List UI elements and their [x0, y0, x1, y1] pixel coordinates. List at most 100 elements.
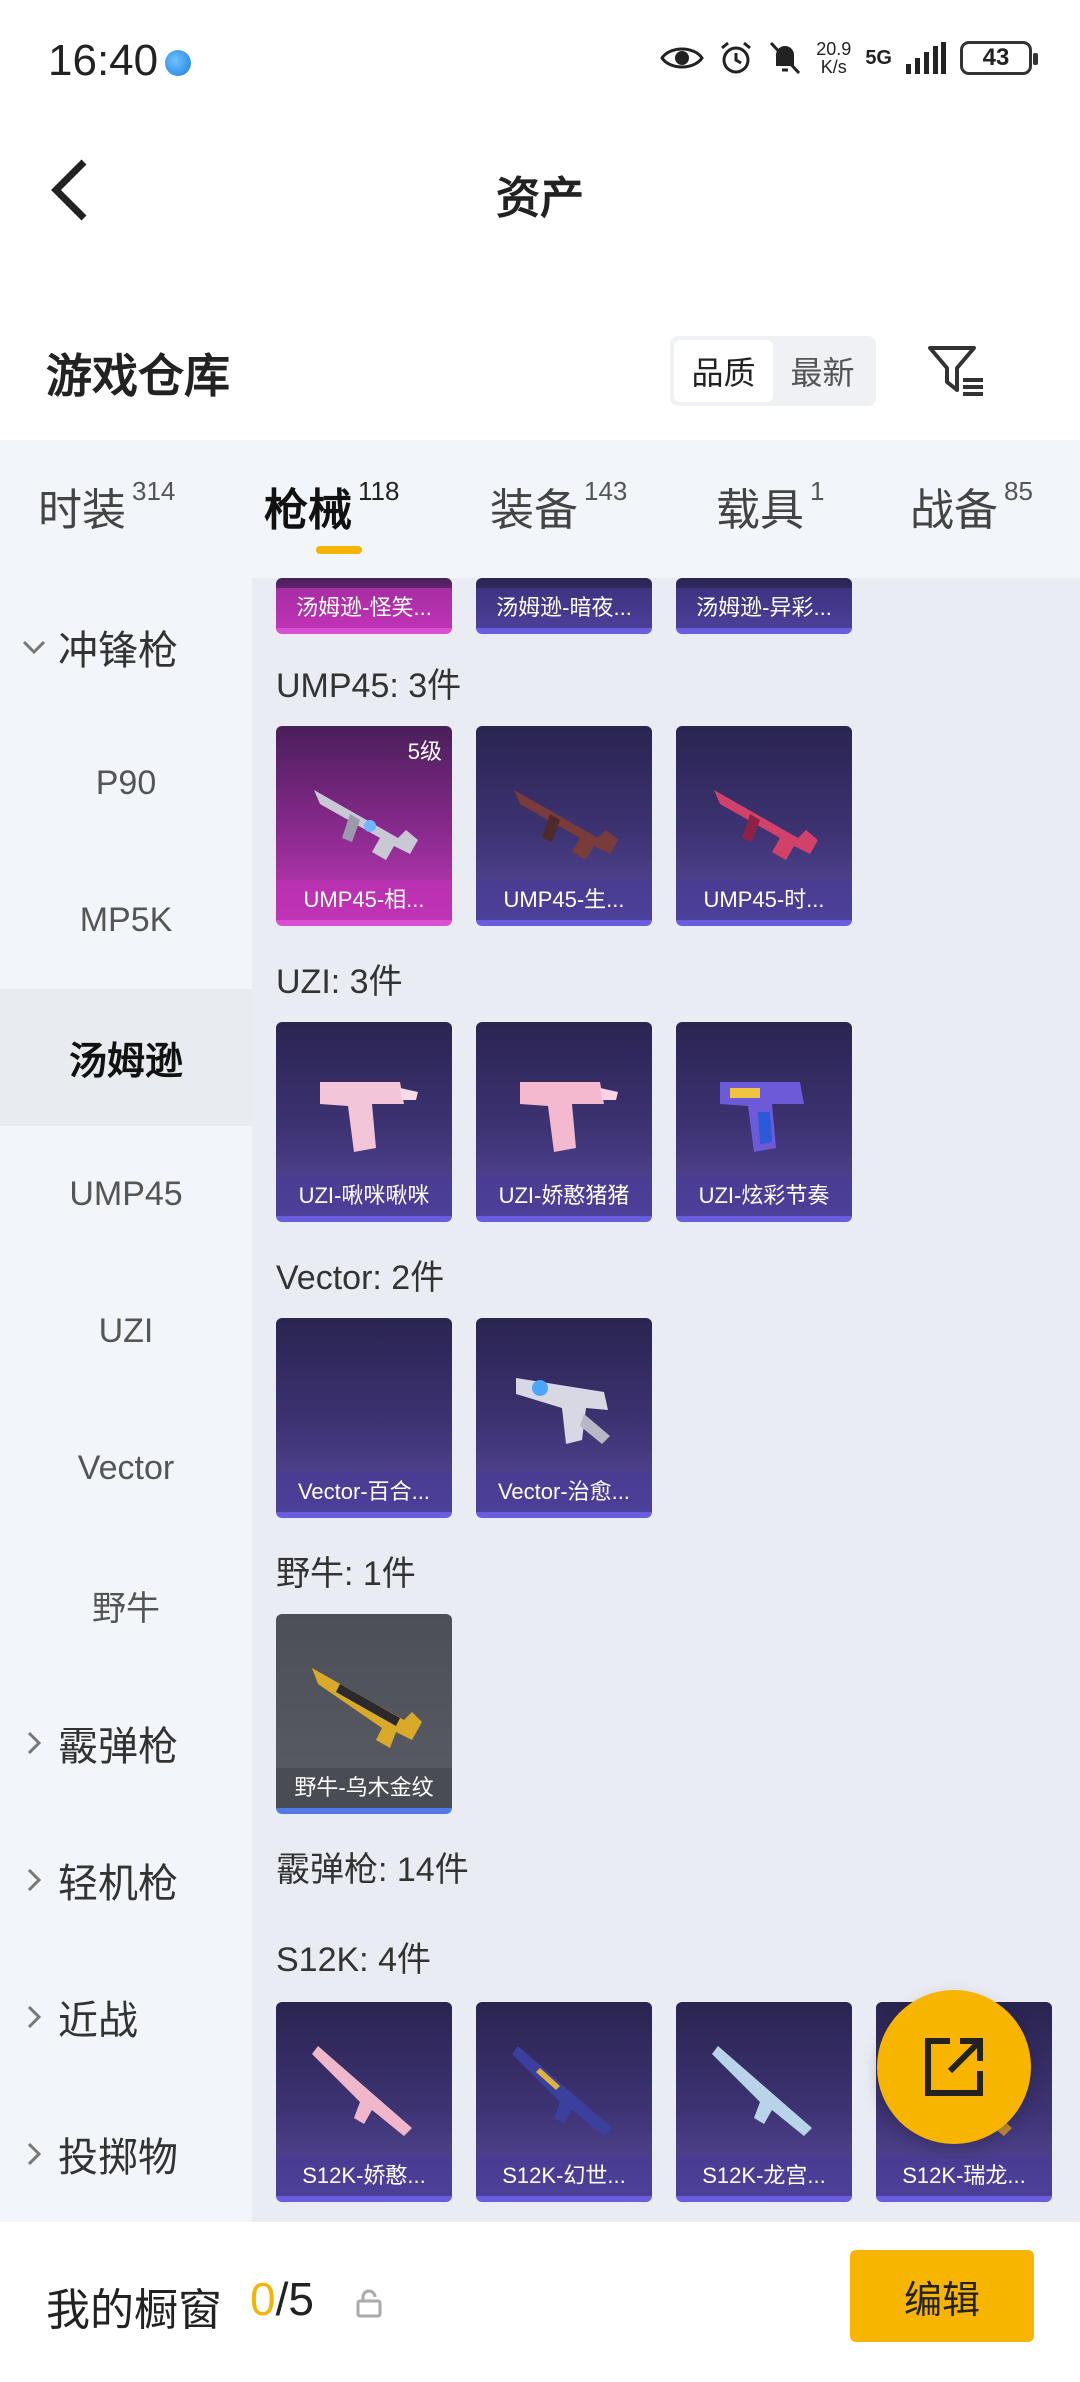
- sidebar-group-shotgun[interactable]: 霰弹枪: [0, 1674, 252, 1811]
- sidebar-item-bizon[interactable]: 野牛: [0, 1537, 252, 1674]
- tab-label: 枪械: [264, 486, 352, 535]
- tab-count: 85: [1004, 476, 1033, 506]
- chevron-right-icon: [20, 2142, 48, 2166]
- shotgun-icon: [312, 2046, 412, 2136]
- tab-equipment[interactable]: 装备 143: [490, 474, 627, 538]
- shotgun-icon: [712, 2046, 812, 2136]
- item-card[interactable]: Vector-百合...: [276, 1318, 452, 1518]
- item-name: S12K-龙宫...: [676, 2156, 852, 2196]
- external-link-icon: [925, 2038, 983, 2096]
- item-name: S12K-瑞龙...: [876, 2156, 1052, 2196]
- item-name: S12K-幻世...: [476, 2156, 652, 2196]
- pistol-smg-icon: [520, 1082, 618, 1152]
- sidebar-item-uzi[interactable]: UZI: [0, 1263, 252, 1400]
- smg-icon: [516, 1378, 610, 1444]
- weapon-type-sidebar: 冲锋枪 P90 MP5K 汤姆逊 UMP45 UZI Vector 野牛 霰弹枪…: [0, 578, 252, 2222]
- sidebar-label: 汤姆逊: [68, 1041, 183, 1083]
- section-title-uzi: UZI: 3件: [276, 963, 403, 1001]
- smg-icon: [514, 790, 618, 860]
- section-title-vector: Vector: 2件: [276, 1259, 445, 1297]
- net-speed: 20.9 K/s: [816, 40, 851, 76]
- item-name: 汤姆逊-怪笑...: [276, 588, 452, 628]
- chevron-right-icon: [20, 1731, 48, 1755]
- network-type: 5G: [865, 46, 892, 69]
- warehouse-header: 游戏仓库 品质 最新: [0, 310, 1080, 440]
- category-tabs: 时装 314 枪械 118 装备 143 载具 1 战备 85: [0, 440, 1080, 578]
- item-card[interactable]: UZI-娇憨猪猪: [476, 1022, 652, 1222]
- item-name: S12K-娇憨...: [276, 2156, 452, 2196]
- tab-firearms[interactable]: 枪械 118: [264, 474, 399, 538]
- item-card[interactable]: 汤姆逊-暗夜...: [476, 578, 652, 634]
- item-card[interactable]: UZI-啾咪啾咪: [276, 1022, 452, 1222]
- filter-icon: [928, 346, 983, 396]
- sidebar-label: 轻机枪: [58, 1861, 178, 1906]
- sidebar-item-vector[interactable]: Vector: [0, 1400, 252, 1537]
- tab-count: 314: [132, 476, 176, 506]
- tab-vehicles[interactable]: 载具 1: [716, 474, 824, 538]
- item-card[interactable]: UZI-炫彩节奏: [676, 1022, 852, 1222]
- sidebar-group-melee[interactable]: 近战: [0, 1948, 252, 2085]
- item-card[interactable]: S12K-幻世...: [476, 2002, 652, 2202]
- pistol-smg-icon: [720, 1082, 804, 1152]
- shotgun-icon: [512, 2046, 612, 2136]
- net-speed-value: 20.9: [816, 39, 852, 59]
- sidebar-label: 近战: [58, 1998, 138, 2043]
- sidebar-label: UZI: [98, 1312, 154, 1350]
- title-bar: 资产: [0, 120, 1080, 260]
- tab-count: 143: [584, 476, 628, 506]
- filter-button[interactable]: [925, 340, 989, 404]
- sidebar-label: UMP45: [69, 1175, 183, 1213]
- smg-icon: [312, 1668, 422, 1748]
- tab-supplies[interactable]: 战备 85: [910, 474, 1033, 538]
- showcase-label: 我的橱窗: [46, 2286, 222, 2335]
- item-name: 野牛-乌木金纹: [276, 1768, 452, 1808]
- tab-count: 118: [358, 476, 400, 506]
- tab-label: 载具: [716, 486, 804, 535]
- showcase-bar: 我的橱窗 0/5 编辑: [0, 2222, 1080, 2382]
- sidebar-group-lmg[interactable]: 轻机枪: [0, 1811, 252, 1948]
- section-title-shotgun: 霰弹枪: 14件: [276, 1851, 469, 1889]
- item-card[interactable]: UMP45-时...: [676, 726, 852, 926]
- item-name: Vector-百合...: [276, 1472, 452, 1512]
- warehouse-title: 游戏仓库: [46, 350, 230, 402]
- item-name: UMP45-时...: [676, 880, 852, 920]
- sidebar-item-ump45[interactable]: UMP45: [0, 1126, 252, 1263]
- item-card[interactable]: S12K-娇憨...: [276, 2002, 452, 2202]
- eye-icon: [660, 47, 705, 69]
- share-fab-button[interactable]: [877, 1990, 1031, 2144]
- status-icons: 20.9 K/s 5G 43: [660, 40, 1038, 76]
- sidebar-label: 冲锋枪: [58, 628, 178, 673]
- sort-latest-button[interactable]: 最新: [773, 340, 872, 402]
- item-card[interactable]: Vector-治愈...: [476, 1318, 652, 1518]
- mute-icon: [770, 41, 801, 75]
- sidebar-label: 投掷物: [58, 2135, 178, 2180]
- item-grid-area: 汤姆逊-怪笑... 汤姆逊-暗夜... 汤姆逊-异彩... UMP45: 3件 …: [252, 578, 1080, 2222]
- section-title-s12k: S12K: 4件: [276, 1941, 431, 1979]
- sidebar-label: MP5K: [79, 901, 173, 939]
- sidebar-group-smg[interactable]: 冲锋枪: [0, 578, 252, 715]
- smg-icon: [714, 790, 818, 860]
- sidebar-group-throwables[interactable]: 投掷物: [0, 2085, 252, 2222]
- tab-count: 1: [810, 476, 825, 506]
- sidebar-item-thompson[interactable]: 汤姆逊: [0, 989, 252, 1126]
- lock-icon: [356, 2289, 382, 2318]
- item-card[interactable]: 汤姆逊-异彩...: [676, 578, 852, 634]
- edit-button[interactable]: 编辑: [850, 2250, 1034, 2342]
- item-card[interactable]: 5级 UMP45-相...: [276, 726, 452, 926]
- page-title: 资产: [496, 174, 584, 223]
- showcase-used: 0: [250, 2273, 276, 2325]
- item-card[interactable]: UMP45-生...: [476, 726, 652, 926]
- sort-quality-button[interactable]: 品质: [674, 340, 773, 402]
- item-name: 汤姆逊-异彩...: [676, 588, 852, 628]
- item-card[interactable]: 野牛-乌木金纹: [276, 1614, 452, 1814]
- chevron-right-icon: [20, 1868, 48, 1892]
- status-time: 16:40: [48, 36, 159, 85]
- sort-toggle: 品质 最新: [670, 336, 876, 406]
- tab-fashion[interactable]: 时装 314: [38, 474, 175, 538]
- item-card[interactable]: S12K-龙宫...: [676, 2002, 852, 2202]
- net-speed-unit: K/s: [820, 57, 847, 77]
- sidebar-item-mp5k[interactable]: MP5K: [0, 852, 252, 989]
- section-title-ump45: UMP45: 3件: [276, 667, 462, 705]
- item-card[interactable]: 汤姆逊-怪笑...: [276, 578, 452, 634]
- sidebar-item-p90[interactable]: P90: [0, 715, 252, 852]
